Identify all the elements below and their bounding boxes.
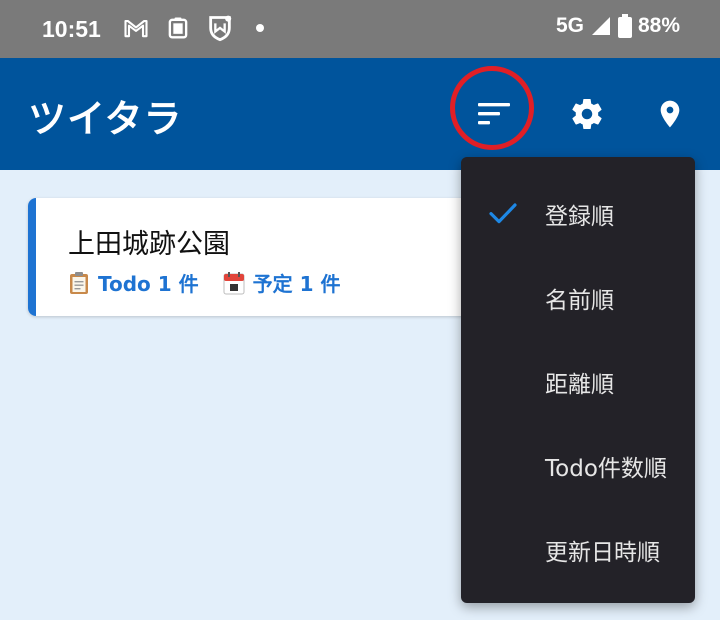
sort-button[interactable] — [466, 86, 522, 142]
sort-option-todo-count[interactable]: Todo件数順 — [461, 423, 695, 507]
system-indicators: 5G 88% — [556, 14, 680, 38]
sort-option-name[interactable]: 名前順 — [461, 255, 695, 339]
app-bar: ツイタラ — [0, 58, 720, 170]
todo-count-label: Todo 1 件 — [98, 272, 199, 296]
shield-app-icon — [209, 15, 232, 42]
location-pin-icon — [660, 100, 680, 128]
sort-icon — [478, 103, 510, 125]
gear-icon — [572, 99, 602, 130]
sort-option-label: 更新日時順 — [545, 540, 660, 566]
sort-option-label: Todo件数順 — [545, 456, 667, 482]
network-type: 5G — [555, 14, 584, 37]
card-accent-bar — [28, 198, 36, 316]
sort-option-label: 距離順 — [545, 372, 614, 398]
calendar-icon — [223, 271, 245, 294]
schedule-count-label: 予定 1 件 — [252, 272, 341, 296]
app-title: ツイタラ — [28, 97, 183, 141]
todo-count: Todo 1 件 — [68, 268, 199, 297]
battery-percentage: 88% — [637, 14, 680, 37]
place-name: 上田城跡公園 — [68, 229, 230, 260]
sort-option-label: 名前順 — [545, 288, 614, 314]
clipboard-app-icon — [168, 17, 188, 39]
sort-option-label: 登録順 — [545, 204, 614, 230]
signal-icon — [591, 17, 610, 35]
more-notifications-dot — [256, 24, 264, 32]
place-card[interactable]: 上田城跡公園 Todo 1 件 予定 1 件 — [28, 198, 498, 316]
check-icon — [489, 203, 517, 224]
map-button[interactable] — [642, 86, 698, 142]
clock: 10:51 — [42, 16, 101, 42]
gmail-icon — [124, 19, 148, 38]
battery-icon — [617, 14, 632, 38]
sort-option-distance[interactable]: 距離順 — [461, 339, 695, 423]
sort-option-updated[interactable]: 更新日時順 — [461, 507, 695, 591]
status-bar: 10:51 5G 88% — [0, 0, 720, 58]
settings-button[interactable] — [559, 86, 615, 142]
notification-icons — [122, 14, 264, 42]
clipboard-icon — [70, 271, 88, 294]
sort-option-registered[interactable]: 登録順 — [461, 171, 695, 255]
card-stats: Todo 1 件 予定 1 件 — [68, 268, 364, 297]
schedule-count: 予定 1 件 — [223, 268, 341, 297]
sort-menu: 登録順 名前順 距離順 Todo件数順 更新日時順 — [461, 157, 695, 603]
